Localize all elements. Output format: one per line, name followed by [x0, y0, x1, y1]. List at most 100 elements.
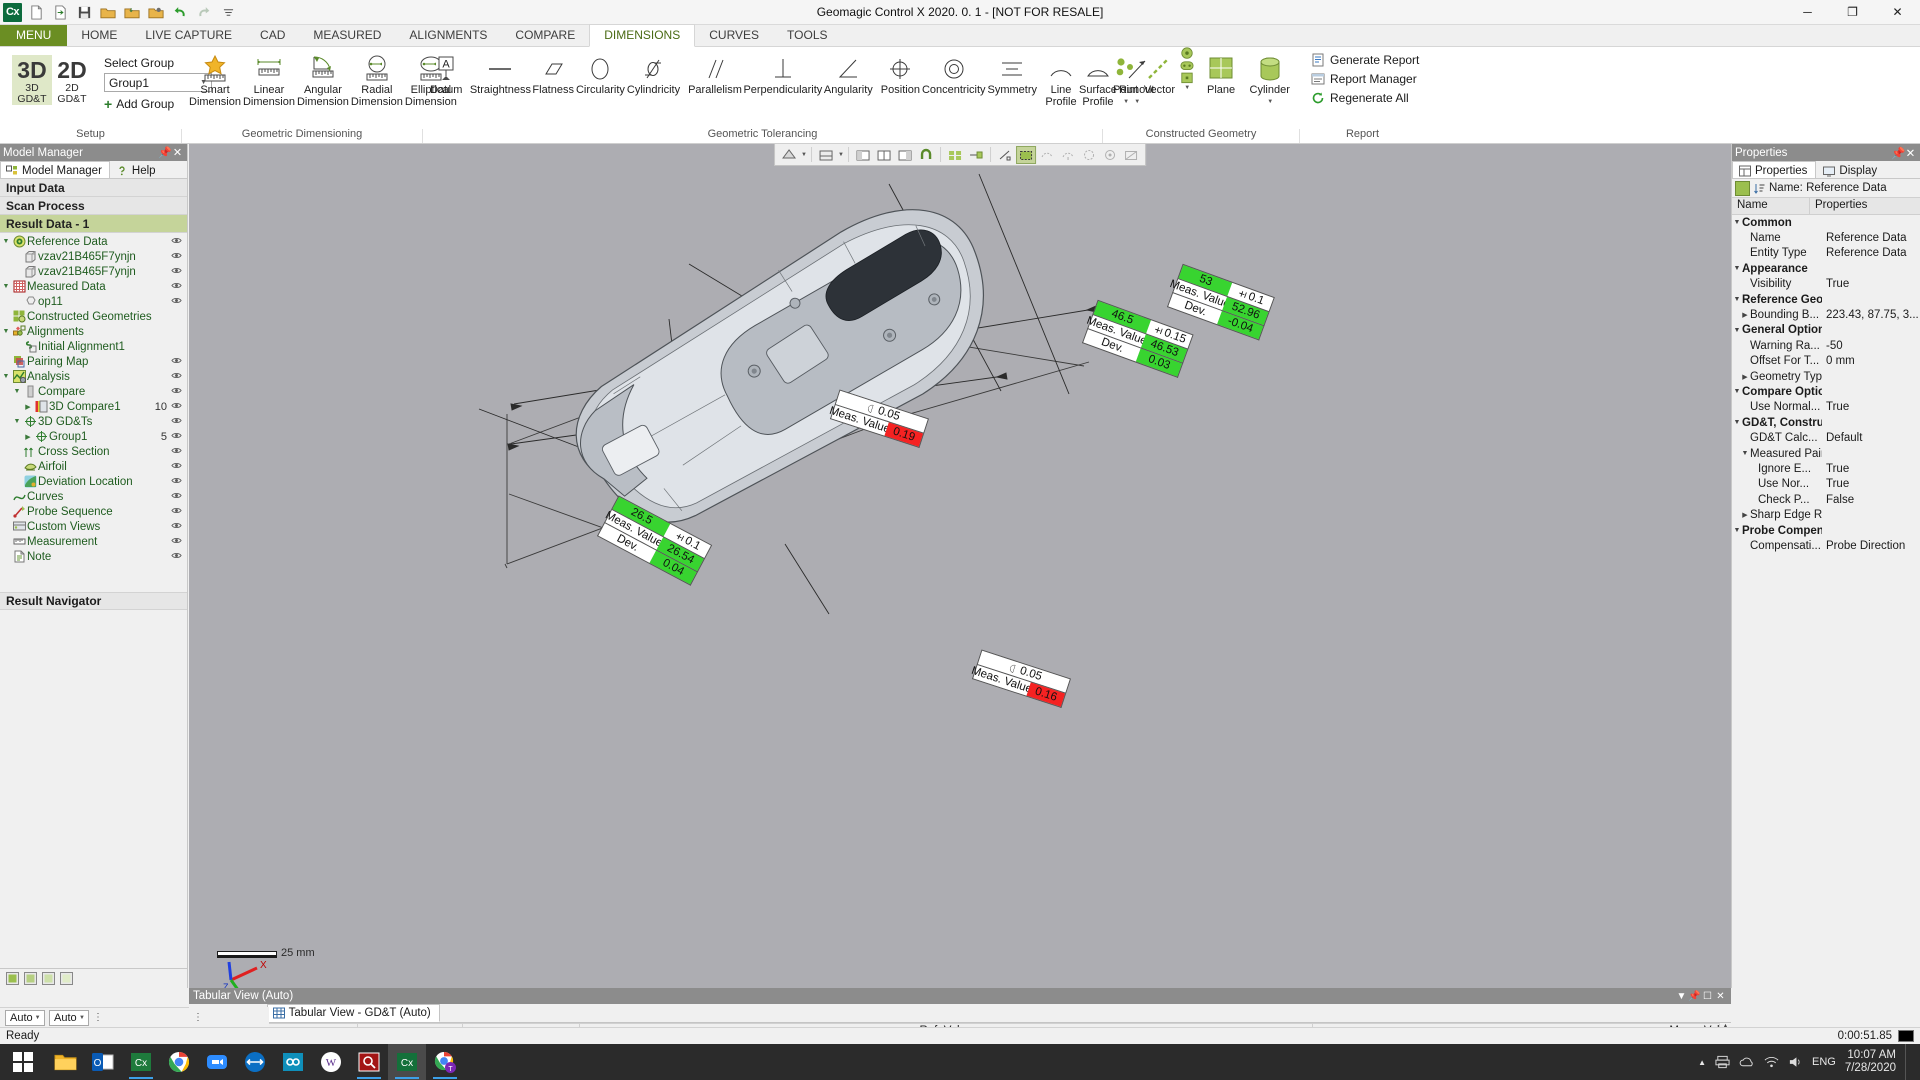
taskbar-file-explorer[interactable] [46, 1044, 84, 1080]
taskbar-chrome-profile[interactable]: T [426, 1044, 464, 1080]
tab-properties[interactable]: Properties [1732, 161, 1817, 178]
tree-item-reference-data[interactable]: ▼ Reference Data [0, 234, 187, 249]
section-scan-process[interactable]: Scan Process [0, 197, 187, 215]
visibility-eye-icon[interactable] [170, 506, 183, 518]
collapse-twisty-icon[interactable]: ▼ [1732, 419, 1742, 426]
tree-item-initial-alignment1[interactable]: Initial Alignment1 [0, 339, 187, 354]
visibility-eye-icon[interactable] [170, 251, 183, 263]
tab-measured[interactable]: MEASURED [299, 25, 395, 46]
property-value[interactable]: Reference Data [1822, 232, 1920, 244]
property-row[interactable]: Offset For T... 0 mm [1732, 354, 1920, 369]
tree-item-alignments[interactable]: ▼ Alignments [0, 324, 187, 339]
tab-curves[interactable]: CURVES [695, 25, 773, 46]
property-row[interactable]: ▶ Bounding B... 223.43, 87.75, 3... [1732, 307, 1920, 322]
visibility-eye-icon[interactable] [170, 521, 183, 533]
taskbar-search-app[interactable] [350, 1044, 388, 1080]
parallelism-button[interactable]: Parallelism [687, 51, 743, 99]
expand-twisty-icon[interactable]: ▶ [1740, 373, 1750, 381]
taskbar-geomagic[interactable]: Cx [122, 1044, 160, 1080]
taskbar-clock[interactable]: 10:07 AM 7/28/2020 [1845, 1049, 1896, 1075]
tab-compare[interactable]: COMPARE [501, 25, 589, 46]
position-button[interactable]: Position [880, 51, 921, 99]
cylinder-button[interactable]: Cylinder ▼ [1245, 51, 1294, 110]
property-value[interactable]: True [1822, 401, 1920, 413]
view-4-icon[interactable] [60, 972, 73, 985]
overflow-dots-icon[interactable]: ⋮ [93, 1012, 103, 1023]
collapse-twisty-icon[interactable]: ▼ [0, 283, 12, 290]
open-settings-icon[interactable] [146, 2, 166, 22]
collapse-twisty-icon[interactable]: ▼ [1732, 527, 1742, 534]
collapse-twisty-icon[interactable]: ▼ [11, 388, 23, 395]
visibility-eye-icon[interactable] [170, 236, 183, 248]
property-value[interactable]: 223.43, 87.75, 3... [1822, 309, 1920, 321]
collapse-twisty-icon[interactable]: ▼ [1732, 296, 1742, 303]
property-value[interactable]: Probe Direction [1822, 540, 1920, 552]
chevron-down-icon[interactable]: ▼ [1183, 83, 1190, 95]
visibility-eye-icon[interactable] [170, 281, 183, 293]
expand-twisty-icon[interactable]: ▶ [1740, 311, 1750, 319]
collapse-twisty-icon[interactable]: ▼ [0, 238, 12, 245]
property-row[interactable]: ▼ Appearance [1732, 261, 1920, 276]
property-row[interactable]: Warning Ra... -50 [1732, 338, 1920, 353]
visibility-eye-icon[interactable] [170, 476, 183, 488]
visibility-eye-icon[interactable] [170, 491, 183, 503]
undo-icon[interactable] [170, 2, 190, 22]
tab-live-capture[interactable]: LIVE CAPTURE [131, 25, 246, 46]
regenerate-all-button[interactable]: Regenerate All [1308, 90, 1422, 106]
collapse-twisty-icon[interactable]: ▼ [1732, 327, 1742, 334]
linear-dimension-button[interactable]: Linear Dimension [242, 51, 296, 110]
datum-button[interactable]: A Datum [429, 51, 463, 99]
close-panel-icon[interactable]: ✕ [171, 146, 184, 159]
visibility-eye-icon[interactable] [170, 266, 183, 278]
tree-item-cross-section[interactable]: Cross Section [0, 444, 187, 459]
property-row[interactable]: Compensati... Probe Direction [1732, 538, 1920, 553]
visibility-eye-icon[interactable] [170, 551, 183, 563]
property-value[interactable]: True [1822, 478, 1920, 490]
maximize-button[interactable]: ❐ [1830, 0, 1875, 25]
minimize-panel-icon[interactable]: ▼ [1675, 991, 1688, 1002]
straightness-button[interactable]: Straightness [469, 51, 531, 99]
radial-dimension-button[interactable]: Radial Dimension [350, 51, 404, 110]
open-recent-icon[interactable] [122, 2, 142, 22]
tree-item-curves[interactable]: Curves [0, 489, 187, 504]
overflow-dots-icon-2[interactable]: ⋮ [189, 1012, 203, 1023]
tree-item-pairing-map[interactable]: Pairing Map [0, 354, 187, 369]
windows-start-icon[interactable] [0, 1044, 46, 1080]
open-folder-icon[interactable] [98, 2, 118, 22]
3d-viewport[interactable]: ▼ ▼ Dev. 0.04 Meas. Value 26.54 26.5 ±0.… [189, 144, 1731, 988]
visibility-eye-icon[interactable] [170, 371, 183, 383]
perpendicularity-button[interactable]: Perpendicularity [743, 51, 823, 99]
scene-render[interactable]: Dev. 0.04 Meas. Value 26.54 26.5 ±0.1 Me… [189, 144, 1731, 988]
taskbar-controlx[interactable]: Cx [388, 1044, 426, 1080]
taskbar-sheets[interactable] [274, 1044, 312, 1080]
expand-twisty-icon[interactable]: ▶ [1740, 511, 1750, 519]
taskbar-zoom[interactable] [198, 1044, 236, 1080]
property-row[interactable]: ▶Geometry Type Recognition [1732, 369, 1920, 384]
collapse-twisty-icon[interactable]: ▼ [0, 373, 12, 380]
angular-dimension-button[interactable]: Angular Dimension [296, 51, 350, 110]
gdt-3d-button[interactable]: 3D 3D GD&T [12, 55, 52, 105]
tree-item-probe-sequence[interactable]: Probe Sequence [0, 504, 187, 519]
expand-twisty-icon[interactable]: ▶ [22, 433, 34, 441]
pin-panel-icon[interactable]: 📌 [1688, 991, 1701, 1002]
report-manager-button[interactable]: Report Manager [1308, 71, 1422, 87]
view-2-icon[interactable] [24, 972, 37, 985]
property-row[interactable]: Entity Type Reference Data [1732, 246, 1920, 261]
float-panel-icon[interactable]: ☐ [1701, 991, 1714, 1002]
property-row[interactable]: Ignore E... True [1732, 461, 1920, 476]
language-indicator[interactable]: ENG [1812, 1056, 1836, 1068]
tab-menu[interactable]: MENU [0, 25, 68, 46]
tab-tools[interactable]: TOOLS [773, 25, 841, 46]
pin-panel-icon[interactable]: 📌 [1891, 146, 1905, 160]
section-input-data[interactable]: Input Data [0, 179, 187, 197]
tree-item-group1[interactable]: ▶ Group1 5 [0, 429, 187, 444]
close-button[interactable]: ✕ [1875, 0, 1920, 25]
property-row[interactable]: ▼GD&T, Constructed Geom Option [1732, 415, 1920, 430]
vector-button[interactable]: Vector [1142, 51, 1177, 99]
property-row[interactable]: GD&T Calc... Default [1732, 430, 1920, 445]
chevron-down-icon[interactable]: ▼ [1122, 97, 1129, 109]
collapse-twisty-icon[interactable]: ▼ [1732, 219, 1742, 226]
show-desktop-button[interactable] [1905, 1044, 1912, 1080]
taskbar-teamviewer[interactable] [236, 1044, 274, 1080]
collapse-twisty-icon[interactable]: ▼ [0, 328, 12, 335]
